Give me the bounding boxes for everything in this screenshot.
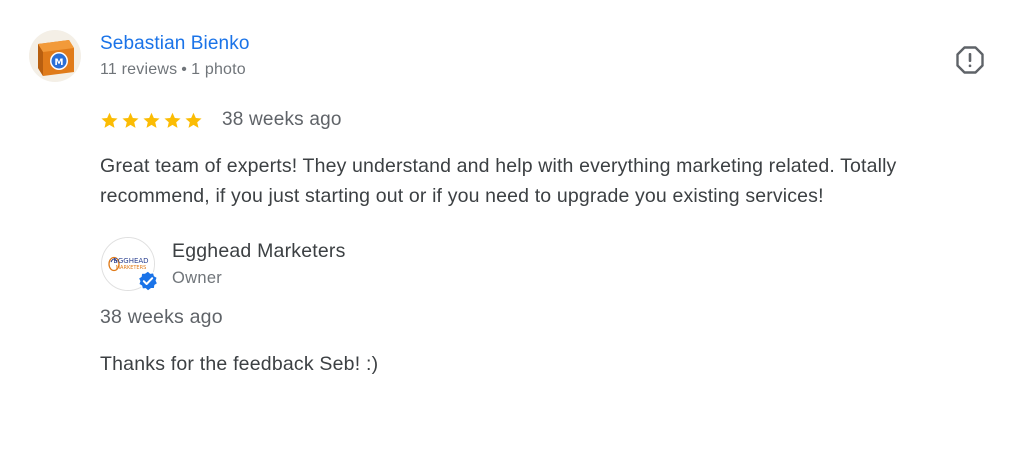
report-icon [956,46,984,74]
response-text: Thanks for the feedback Seb! :) [100,353,379,375]
owner-role: Owner [172,269,223,287]
star-icon [101,112,118,128]
meta-separator: • [181,61,188,78]
star-icon [122,112,139,128]
review-card: M Sebastian Bienko 11 reviews • 1 photo 38… [0,0,1035,461]
star-rating [100,111,203,130]
reviews-count: 11 reviews [100,61,178,78]
reviewer-avatar[interactable]: M [29,30,81,82]
photos-count: 1 photo [191,61,246,78]
response-date: 38 weeks ago [100,306,223,328]
verified-badge-icon [137,270,159,292]
owner-business-name[interactable]: Egghead Marketers [172,240,346,263]
review-date: 38 weeks ago [222,109,342,130]
svg-text:M: M [55,58,64,68]
report-review-button[interactable] [953,43,987,77]
reviewer-meta: 11 reviews • 1 photo [100,61,246,79]
owner-avatar[interactable]: EGGHEAD MARKETERS [101,237,159,292]
rating-row: 38 weeks ago [100,107,342,133]
star-icon [185,112,202,128]
reviewer-name[interactable]: Sebastian Bienko [100,33,249,55]
star-icon [164,112,181,128]
star-icon [143,112,160,128]
logo-text-line1: EGGHEAD [113,257,148,265]
review-text: Great team of experts! They understand a… [100,155,897,207]
orange-box-avatar-icon: M [29,30,81,82]
